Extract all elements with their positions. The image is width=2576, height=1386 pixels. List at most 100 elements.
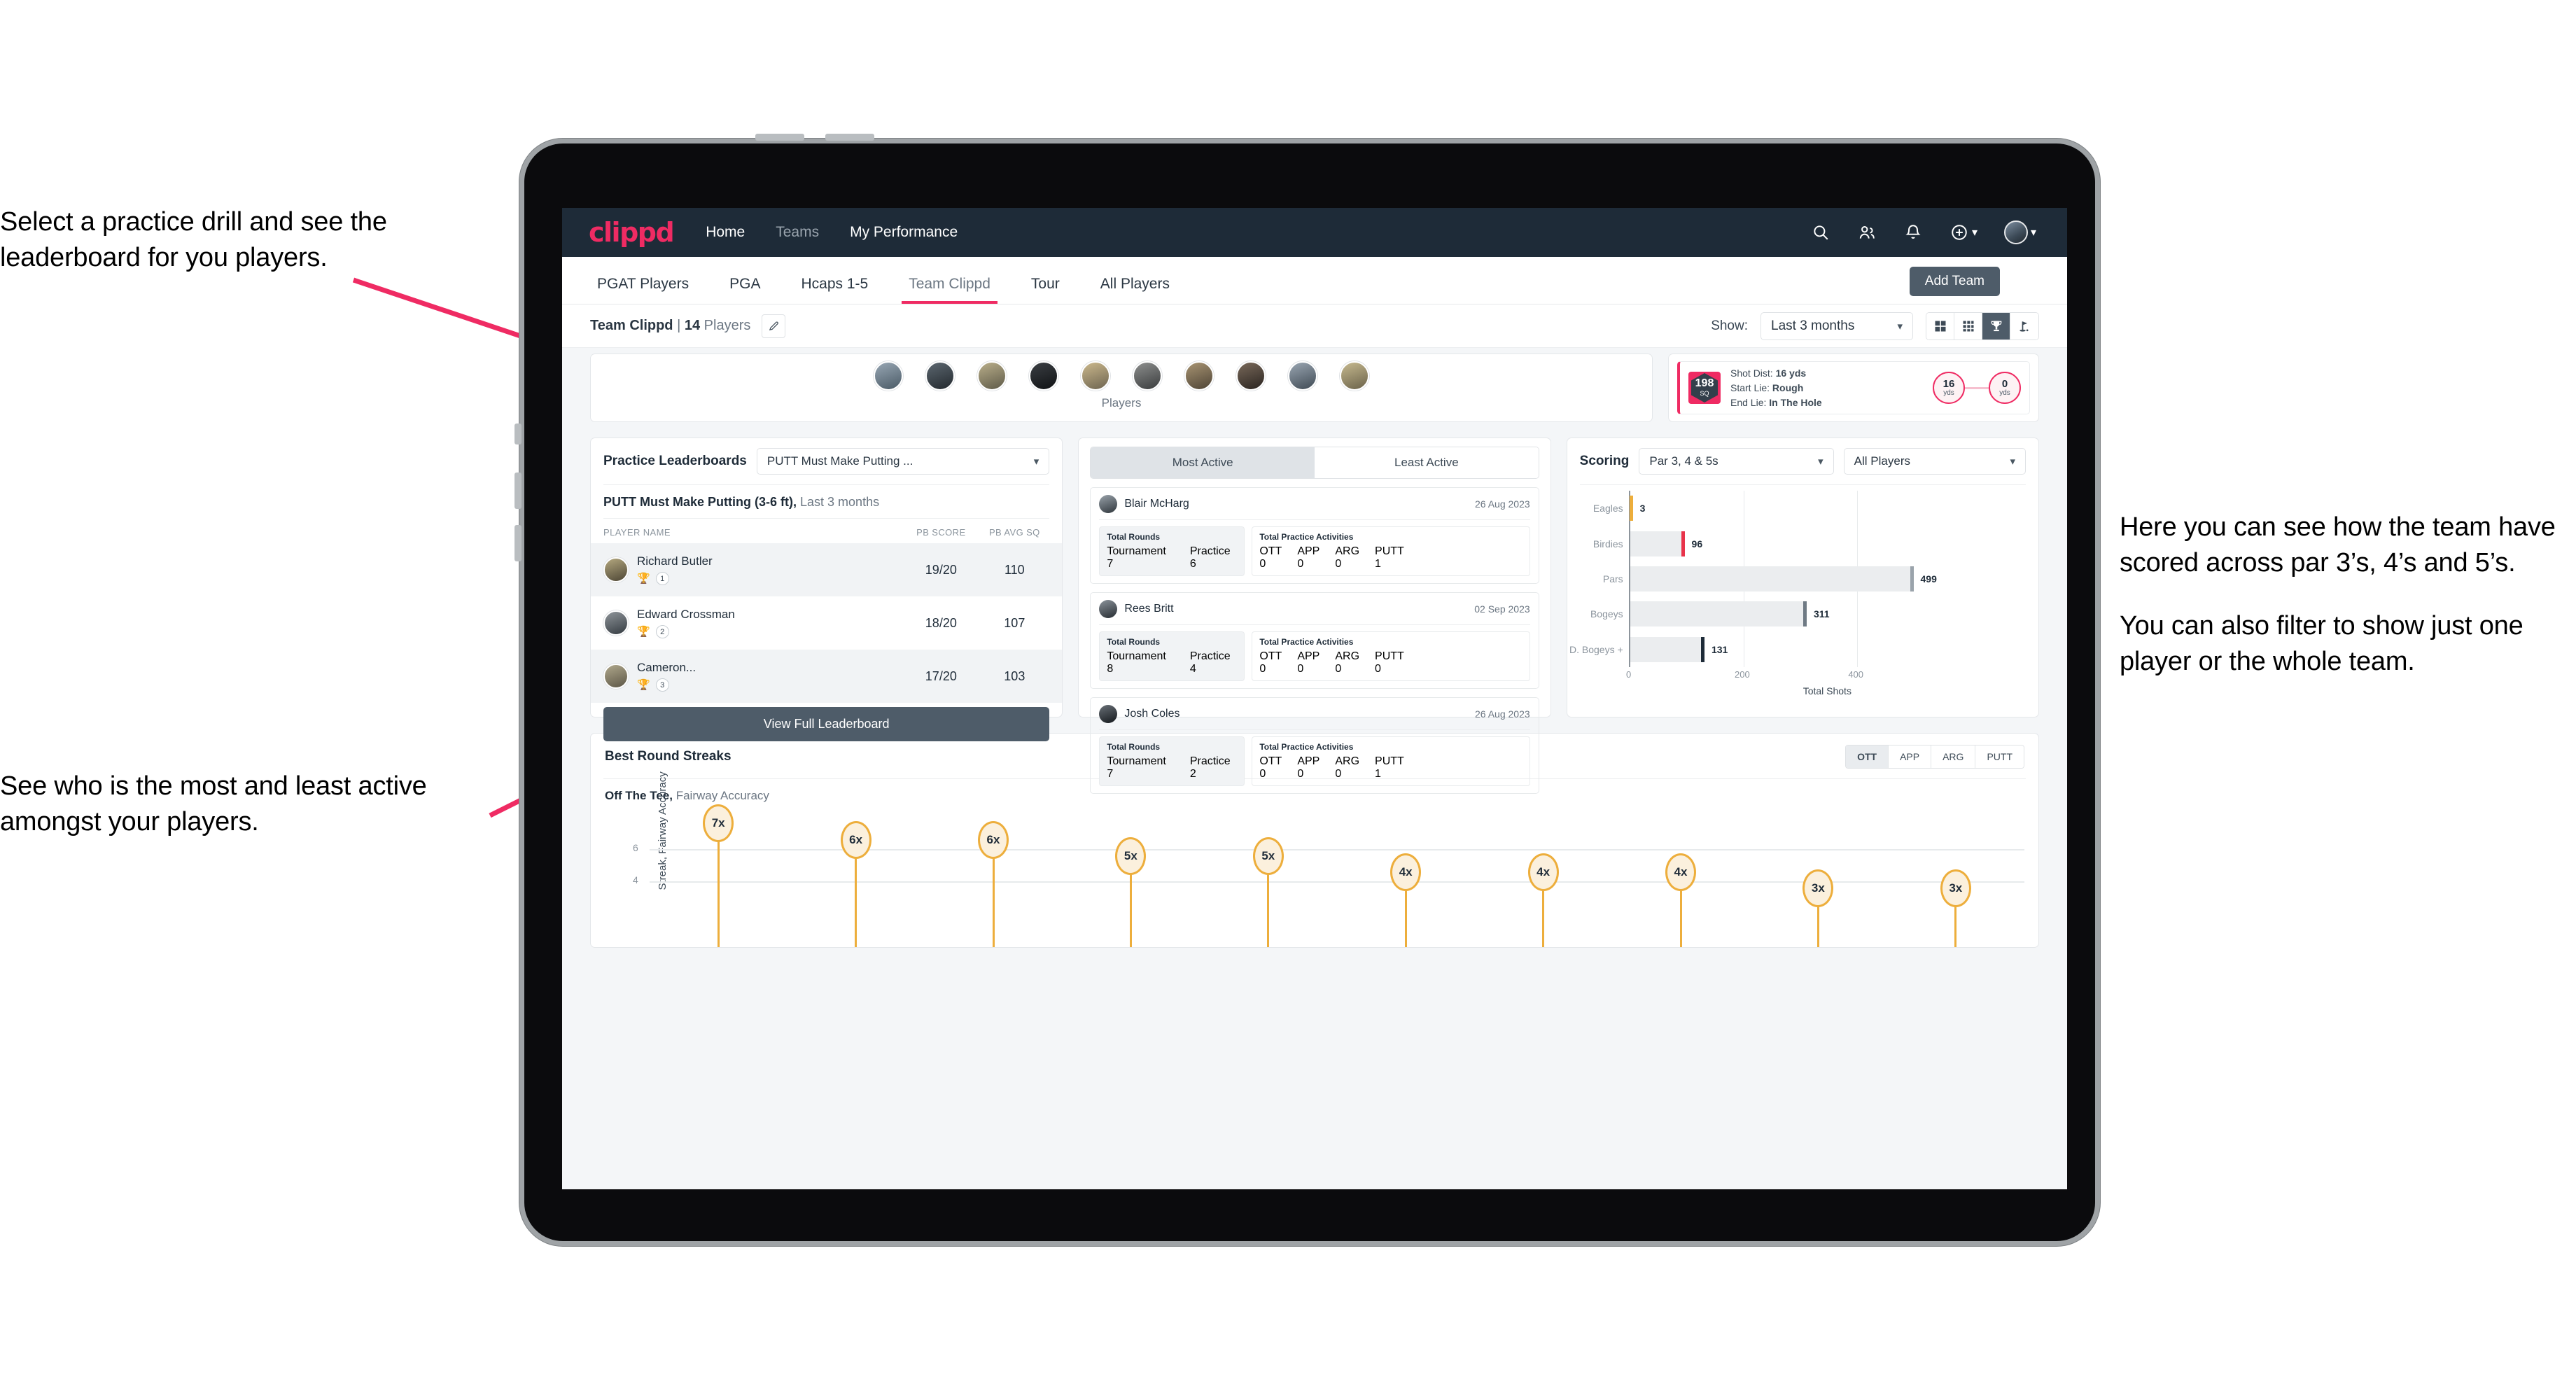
streak-marker[interactable]: 6x xyxy=(840,820,872,859)
putt-stat: PUTT 0 xyxy=(1375,650,1404,676)
avatar[interactable] xyxy=(1029,361,1058,391)
nav-link-my-performance[interactable]: My Performance xyxy=(850,224,958,241)
list-item[interactable]: Rees Britt 02 Sep 2023 Total Rounds Tour… xyxy=(1090,592,1539,689)
tab-pgat-players[interactable]: PGAT Players xyxy=(590,276,696,304)
plus-circle-icon[interactable] xyxy=(1949,223,1969,242)
streaks-category-toggle: OTT APP ARG PUTT xyxy=(1845,745,2024,769)
nav-link-teams[interactable]: Teams xyxy=(776,224,819,241)
streak-stem xyxy=(1679,882,1682,947)
streak-marker[interactable]: 4x xyxy=(1390,853,1422,891)
streak-marker[interactable]: 4x xyxy=(1527,853,1559,891)
add-team-button[interactable]: Add Team xyxy=(1909,267,2000,296)
ott-stat: OTT 0 xyxy=(1259,755,1282,780)
shot-detail-lines: Shot Dist: 16 yds Start Lie: Rough End L… xyxy=(1730,366,1822,410)
activity-date: 26 Aug 2023 xyxy=(1475,708,1530,720)
leaderboard-player: Richard Butler 🏆 1 xyxy=(637,554,902,585)
nav-link-home[interactable]: Home xyxy=(706,224,745,241)
ott-label: OTT xyxy=(1259,755,1282,767)
bar-end-cap xyxy=(1700,636,1704,662)
avatar[interactable] xyxy=(874,361,903,391)
date-range-select[interactable]: Last 3 months ▾ xyxy=(1760,312,1913,340)
annotation-right-text-1: Here you can see how the team have score… xyxy=(2120,512,2556,578)
activity-card-header: Josh Coles 26 Aug 2023 xyxy=(1099,705,1530,723)
tab-pga[interactable]: PGA xyxy=(722,276,767,304)
putt-stat: PUTT 1 xyxy=(1375,755,1404,780)
bar-end-cap xyxy=(1681,531,1685,556)
tab-hcaps-1-5[interactable]: Hcaps 1-5 xyxy=(794,276,875,304)
table-row[interactable]: Cameron... 🏆 3 17/20 103 xyxy=(591,650,1063,703)
avatar[interactable] xyxy=(1081,361,1110,391)
streak-stem xyxy=(855,850,858,947)
list-item[interactable]: Blair McHarg 26 Aug 2023 Total Rounds To… xyxy=(1090,487,1539,584)
bell-icon[interactable] xyxy=(1903,223,1923,242)
tab-tour[interactable]: Tour xyxy=(1024,276,1067,304)
team-name: Team Clippd xyxy=(590,318,673,333)
streaks-toggle-ott[interactable]: OTT xyxy=(1846,746,1889,768)
streak-marker[interactable]: 4x xyxy=(1665,853,1696,891)
edit-team-button[interactable] xyxy=(762,314,786,338)
activity-tabs: Most Active Least Active xyxy=(1090,447,1539,479)
players-caption: Players xyxy=(1101,396,1142,410)
avatar[interactable] xyxy=(2003,220,2028,244)
start-distance-marker: 16 yds xyxy=(1933,372,1965,404)
avatar xyxy=(603,557,629,582)
rank-badge: 1 xyxy=(655,572,669,585)
avatar[interactable] xyxy=(925,361,955,391)
tab-most-active[interactable]: Most Active xyxy=(1091,447,1315,478)
annotation-left-top-text: Select a practice drill and see the lead… xyxy=(0,207,387,273)
view-golf-flag-button[interactable] xyxy=(2010,312,2038,340)
bar-value-label: 3 xyxy=(1639,503,1646,514)
column-player-name: PLAYER NAME xyxy=(603,527,671,538)
streaks-toggle-app[interactable]: APP xyxy=(1889,746,1932,768)
player-badges: 🏆 1 xyxy=(637,572,902,585)
drill-select[interactable]: PUTT Must Make Putting ... ▾ xyxy=(756,448,1050,475)
end-lie-value: In The Hole xyxy=(1769,396,1822,408)
par-filter-select[interactable]: Par 3, 4 & 5s ▾ xyxy=(1639,448,1834,475)
tab-all-players[interactable]: All Players xyxy=(1093,276,1177,304)
practice-label: Practice xyxy=(1189,545,1231,557)
streak-marker[interactable]: 6x xyxy=(978,820,1009,859)
streak-marker[interactable]: 5x xyxy=(1252,836,1284,875)
table-row[interactable]: Richard Butler 🏆 1 19/20 110 xyxy=(591,543,1063,596)
avatar[interactable] xyxy=(1133,361,1162,391)
tab-team-clippd[interactable]: Team Clippd xyxy=(902,276,997,304)
avatar[interactable] xyxy=(1288,361,1317,391)
total-rounds-values: Tournament 7 Practice 2 xyxy=(1107,755,1237,780)
annotation-left-bottom: See who is the most and least active amo… xyxy=(0,769,518,841)
streak-marker[interactable]: 7x xyxy=(703,804,734,843)
app-value: 0 xyxy=(1297,768,1304,780)
tournament-value: 7 xyxy=(1107,558,1114,570)
people-icon[interactable] xyxy=(1857,223,1877,242)
avatar[interactable] xyxy=(1340,361,1369,391)
brand-logo[interactable]: clippd xyxy=(589,217,675,248)
search-icon[interactable] xyxy=(1811,223,1830,242)
view-grid-small-button[interactable] xyxy=(1954,312,1982,340)
account-menu[interactable]: ▾ xyxy=(2003,220,2036,244)
table-row: Bogeys 311 xyxy=(1590,601,1830,627)
player-filter-select[interactable]: All Players ▾ xyxy=(1843,448,2026,475)
streak-marker[interactable]: 3x xyxy=(1940,869,1971,907)
streak-marker[interactable]: 3x xyxy=(1802,869,1834,907)
create-menu[interactable]: ▾ xyxy=(1949,223,1977,242)
view-mode-toggle xyxy=(1926,312,2039,340)
view-trophy-button[interactable] xyxy=(1982,312,2010,340)
primary-nav: Home Teams My Performance xyxy=(706,224,958,241)
avatar[interactable] xyxy=(977,361,1007,391)
streaks-toggle-putt[interactable]: PUTT xyxy=(1975,746,2024,768)
streak-marker[interactable]: 5x xyxy=(1115,836,1147,875)
list-item[interactable]: Josh Coles 26 Aug 2023 Total Rounds Tour… xyxy=(1090,697,1539,794)
scoring-panel: Scoring Par 3, 4 & 5s ▾ All Players ▾ Ea… xyxy=(1566,438,2039,718)
tablet-device-frame: clippd Home Teams My Performance ▾ ▾ PGA… xyxy=(514,134,2100,1246)
avatar[interactable] xyxy=(1184,361,1214,391)
practice-label: Practice xyxy=(1189,650,1231,662)
arg-value: 0 xyxy=(1335,558,1342,570)
table-row: D. Bogeys + 131 xyxy=(1569,636,1728,662)
view-grid-large-button[interactable] xyxy=(1926,312,1954,340)
table-row[interactable]: Edward Crossman 🏆 2 18/20 107 xyxy=(591,596,1062,650)
streaks-toggle-arg[interactable]: ARG xyxy=(1931,746,1976,768)
players-avatars-card: Players xyxy=(590,354,1653,422)
avatar[interactable] xyxy=(1236,361,1266,391)
putt-value: 0 xyxy=(1375,663,1381,675)
view-full-leaderboard-button[interactable]: View Full Leaderboard xyxy=(603,707,1050,741)
tab-least-active[interactable]: Least Active xyxy=(1315,447,1539,478)
